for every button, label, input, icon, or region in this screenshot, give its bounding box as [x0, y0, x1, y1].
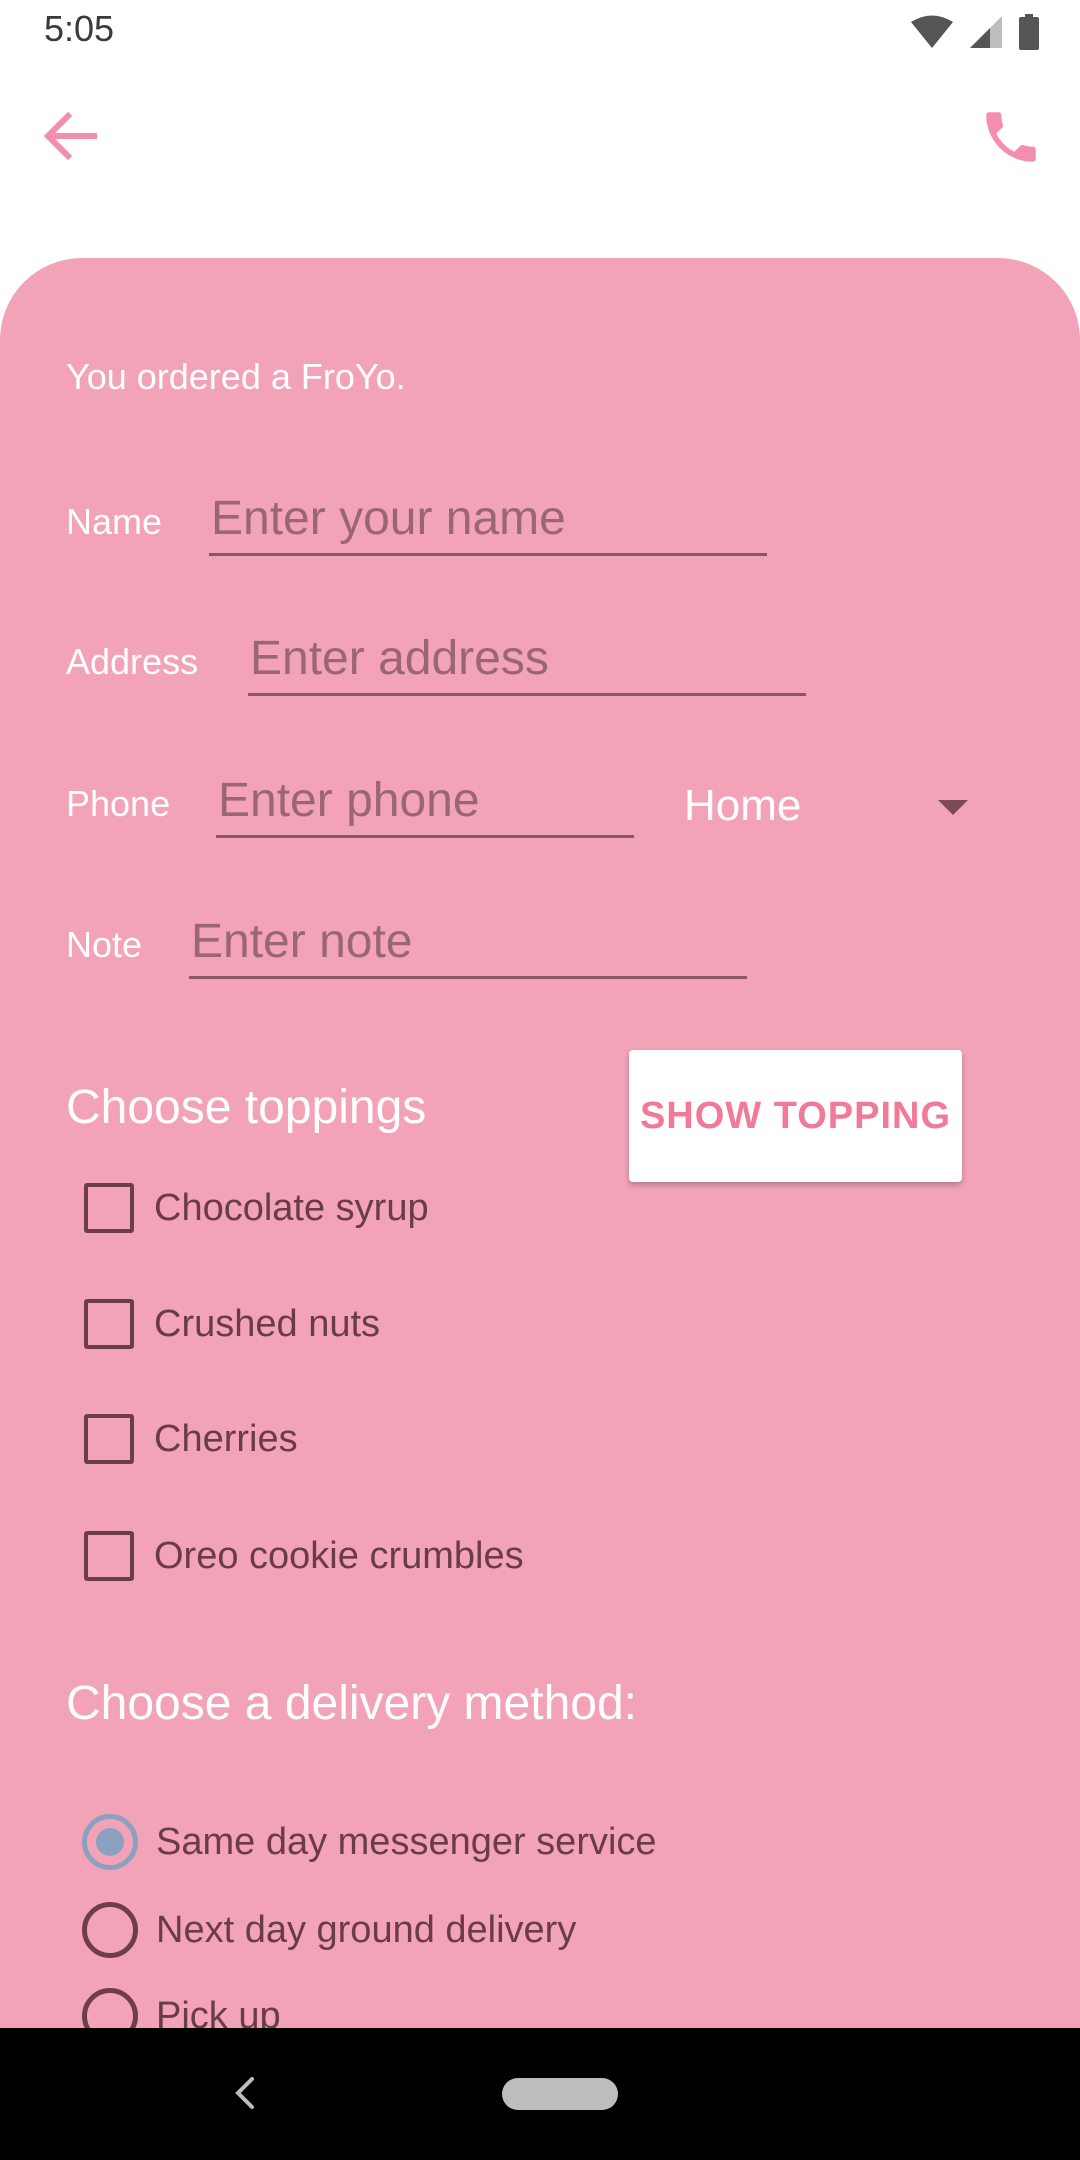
- topping-label: Cherries: [154, 1417, 298, 1460]
- radio-icon[interactable]: [82, 1988, 138, 2028]
- checkbox-icon[interactable]: [84, 1414, 134, 1464]
- status-time: 5:05: [44, 8, 115, 49]
- wifi-icon: [911, 15, 953, 48]
- screen: 5:05 You ordered a FroYo. Name Enter you…: [0, 0, 1080, 2160]
- address-label: Address: [66, 641, 199, 682]
- toppings-title: Choose toppings: [66, 1081, 427, 1134]
- note-label: Note: [66, 924, 143, 965]
- delivery-option-next-day[interactable]: Next day ground delivery: [82, 1890, 576, 1970]
- phone-type-dropdown[interactable]: Home: [684, 766, 984, 846]
- phone-type-value: Home: [684, 781, 802, 830]
- delivery-label: Same day messenger service: [156, 1820, 657, 1863]
- delivery-option-pick-up[interactable]: Pick up: [82, 1976, 281, 2028]
- dropdown-arrow-icon: [938, 800, 968, 815]
- checkbox-icon[interactable]: [84, 1299, 134, 1349]
- topping-label: Chocolate syrup: [154, 1186, 429, 1229]
- topping-checkbox-chocolate-syrup[interactable]: Chocolate syrup: [84, 1163, 429, 1253]
- topping-checkbox-oreo-cookie-crumbles[interactable]: Oreo cookie crumbles: [84, 1511, 524, 1601]
- checkbox-icon[interactable]: [84, 1183, 134, 1233]
- status-icons: [910, 14, 1040, 50]
- battery-icon: [1019, 14, 1039, 50]
- delivery-title: Choose a delivery method:: [66, 1677, 637, 1730]
- call-button[interactable]: [966, 92, 1056, 182]
- topping-label: Crushed nuts: [154, 1302, 381, 1345]
- topping-label: Oreo cookie crumbles: [154, 1534, 524, 1577]
- checkbox-icon[interactable]: [84, 1531, 134, 1581]
- phone-input[interactable]: [216, 766, 634, 838]
- name-input[interactable]: [209, 484, 767, 556]
- topping-checkbox-crushed-nuts[interactable]: Crushed nuts: [84, 1279, 380, 1369]
- order-form-card: You ordered a FroYo. Name Address Phone …: [0, 258, 1080, 2028]
- nav-back-button[interactable]: [220, 2068, 270, 2118]
- delivery-label: Next day ground delivery: [156, 1908, 577, 1951]
- status-bar: 5:05: [0, 0, 1080, 66]
- radio-selected-icon[interactable]: [82, 1814, 138, 1870]
- show-topping-button[interactable]: SHOW TOPPING: [629, 1050, 962, 1182]
- nav-back-icon: [235, 2077, 254, 2109]
- delivery-label: Pick up: [156, 1994, 281, 2029]
- back-button[interactable]: [30, 96, 110, 176]
- system-nav-bar: [0, 2028, 1080, 2160]
- phone-label: Phone: [66, 783, 171, 824]
- name-label: Name: [66, 501, 163, 542]
- radio-icon[interactable]: [82, 1902, 138, 1958]
- nav-home-pill[interactable]: [502, 2078, 618, 2110]
- signal-icon: [970, 16, 1002, 48]
- arrow-left-icon: [43, 111, 97, 161]
- address-input[interactable]: [248, 624, 806, 696]
- order-message: You ordered a FroYo.: [66, 356, 406, 397]
- app-bar: [0, 66, 1080, 256]
- topping-checkbox-cherries[interactable]: Cherries: [84, 1394, 298, 1484]
- phone-icon: [986, 112, 1036, 162]
- note-input[interactable]: [189, 907, 747, 979]
- delivery-option-same-day[interactable]: Same day messenger service: [82, 1802, 657, 1882]
